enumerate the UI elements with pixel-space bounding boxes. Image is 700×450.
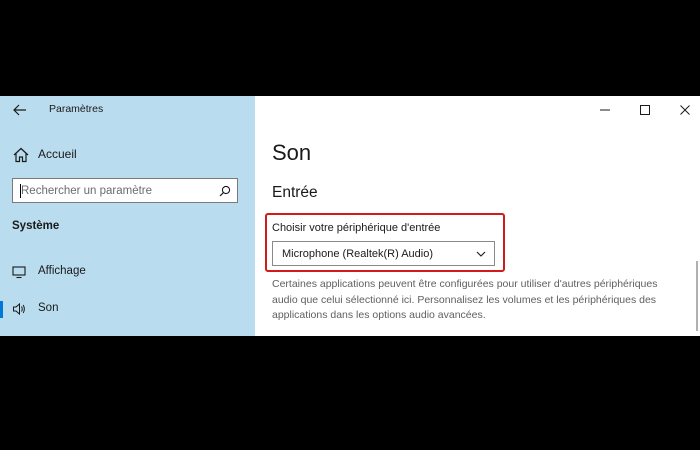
input-device-dropdown[interactable]: Microphone (Realtek(R) Audio) (272, 241, 495, 266)
section-title: Entrée (272, 184, 318, 201)
section-heading: Système (12, 220, 60, 232)
sidebar-item-label: Son (38, 302, 59, 314)
sidebar-item-label: Accueil (38, 147, 77, 161)
title-bar: Paramètres (0, 96, 255, 124)
close-icon (680, 105, 690, 115)
search-icon[interactable] (219, 185, 231, 197)
back-button[interactable] (10, 102, 30, 118)
search-input[interactable] (13, 179, 221, 202)
settings-window: Paramètres Accueil Système Affichage (0, 96, 700, 336)
sidebar-item-home[interactable]: Accueil (0, 140, 255, 170)
app-title: Paramètres (49, 103, 104, 115)
close-button[interactable] (665, 96, 700, 124)
main-content: Son Entrée Choisir votre périphérique d'… (255, 96, 700, 336)
dropdown-value: Microphone (Realtek(R) Audio) (282, 248, 434, 260)
display-icon (12, 266, 26, 279)
sidebar: Paramètres Accueil Système Affichage (0, 96, 255, 336)
sidebar-item-display[interactable]: Affichage (0, 257, 255, 287)
page-title: Son (272, 140, 312, 165)
minimize-icon (600, 109, 610, 111)
speaker-icon (13, 302, 25, 316)
description-text: Certaines applications peuvent être conf… (272, 278, 658, 321)
home-icon (13, 147, 29, 163)
search-box[interactable] (12, 178, 238, 203)
minimize-button[interactable] (585, 96, 625, 124)
back-arrow-icon (13, 104, 26, 116)
maximize-button[interactable] (625, 96, 665, 124)
selection-indicator (0, 301, 3, 318)
scrollbar[interactable] (696, 261, 698, 331)
sidebar-item-label: Affichage (38, 265, 86, 277)
sidebar-item-sound[interactable]: Son (0, 294, 255, 324)
chevron-down-icon (476, 251, 486, 257)
input-device-label: Choisir votre périphérique d'entrée (272, 222, 441, 234)
maximize-icon (640, 105, 650, 115)
